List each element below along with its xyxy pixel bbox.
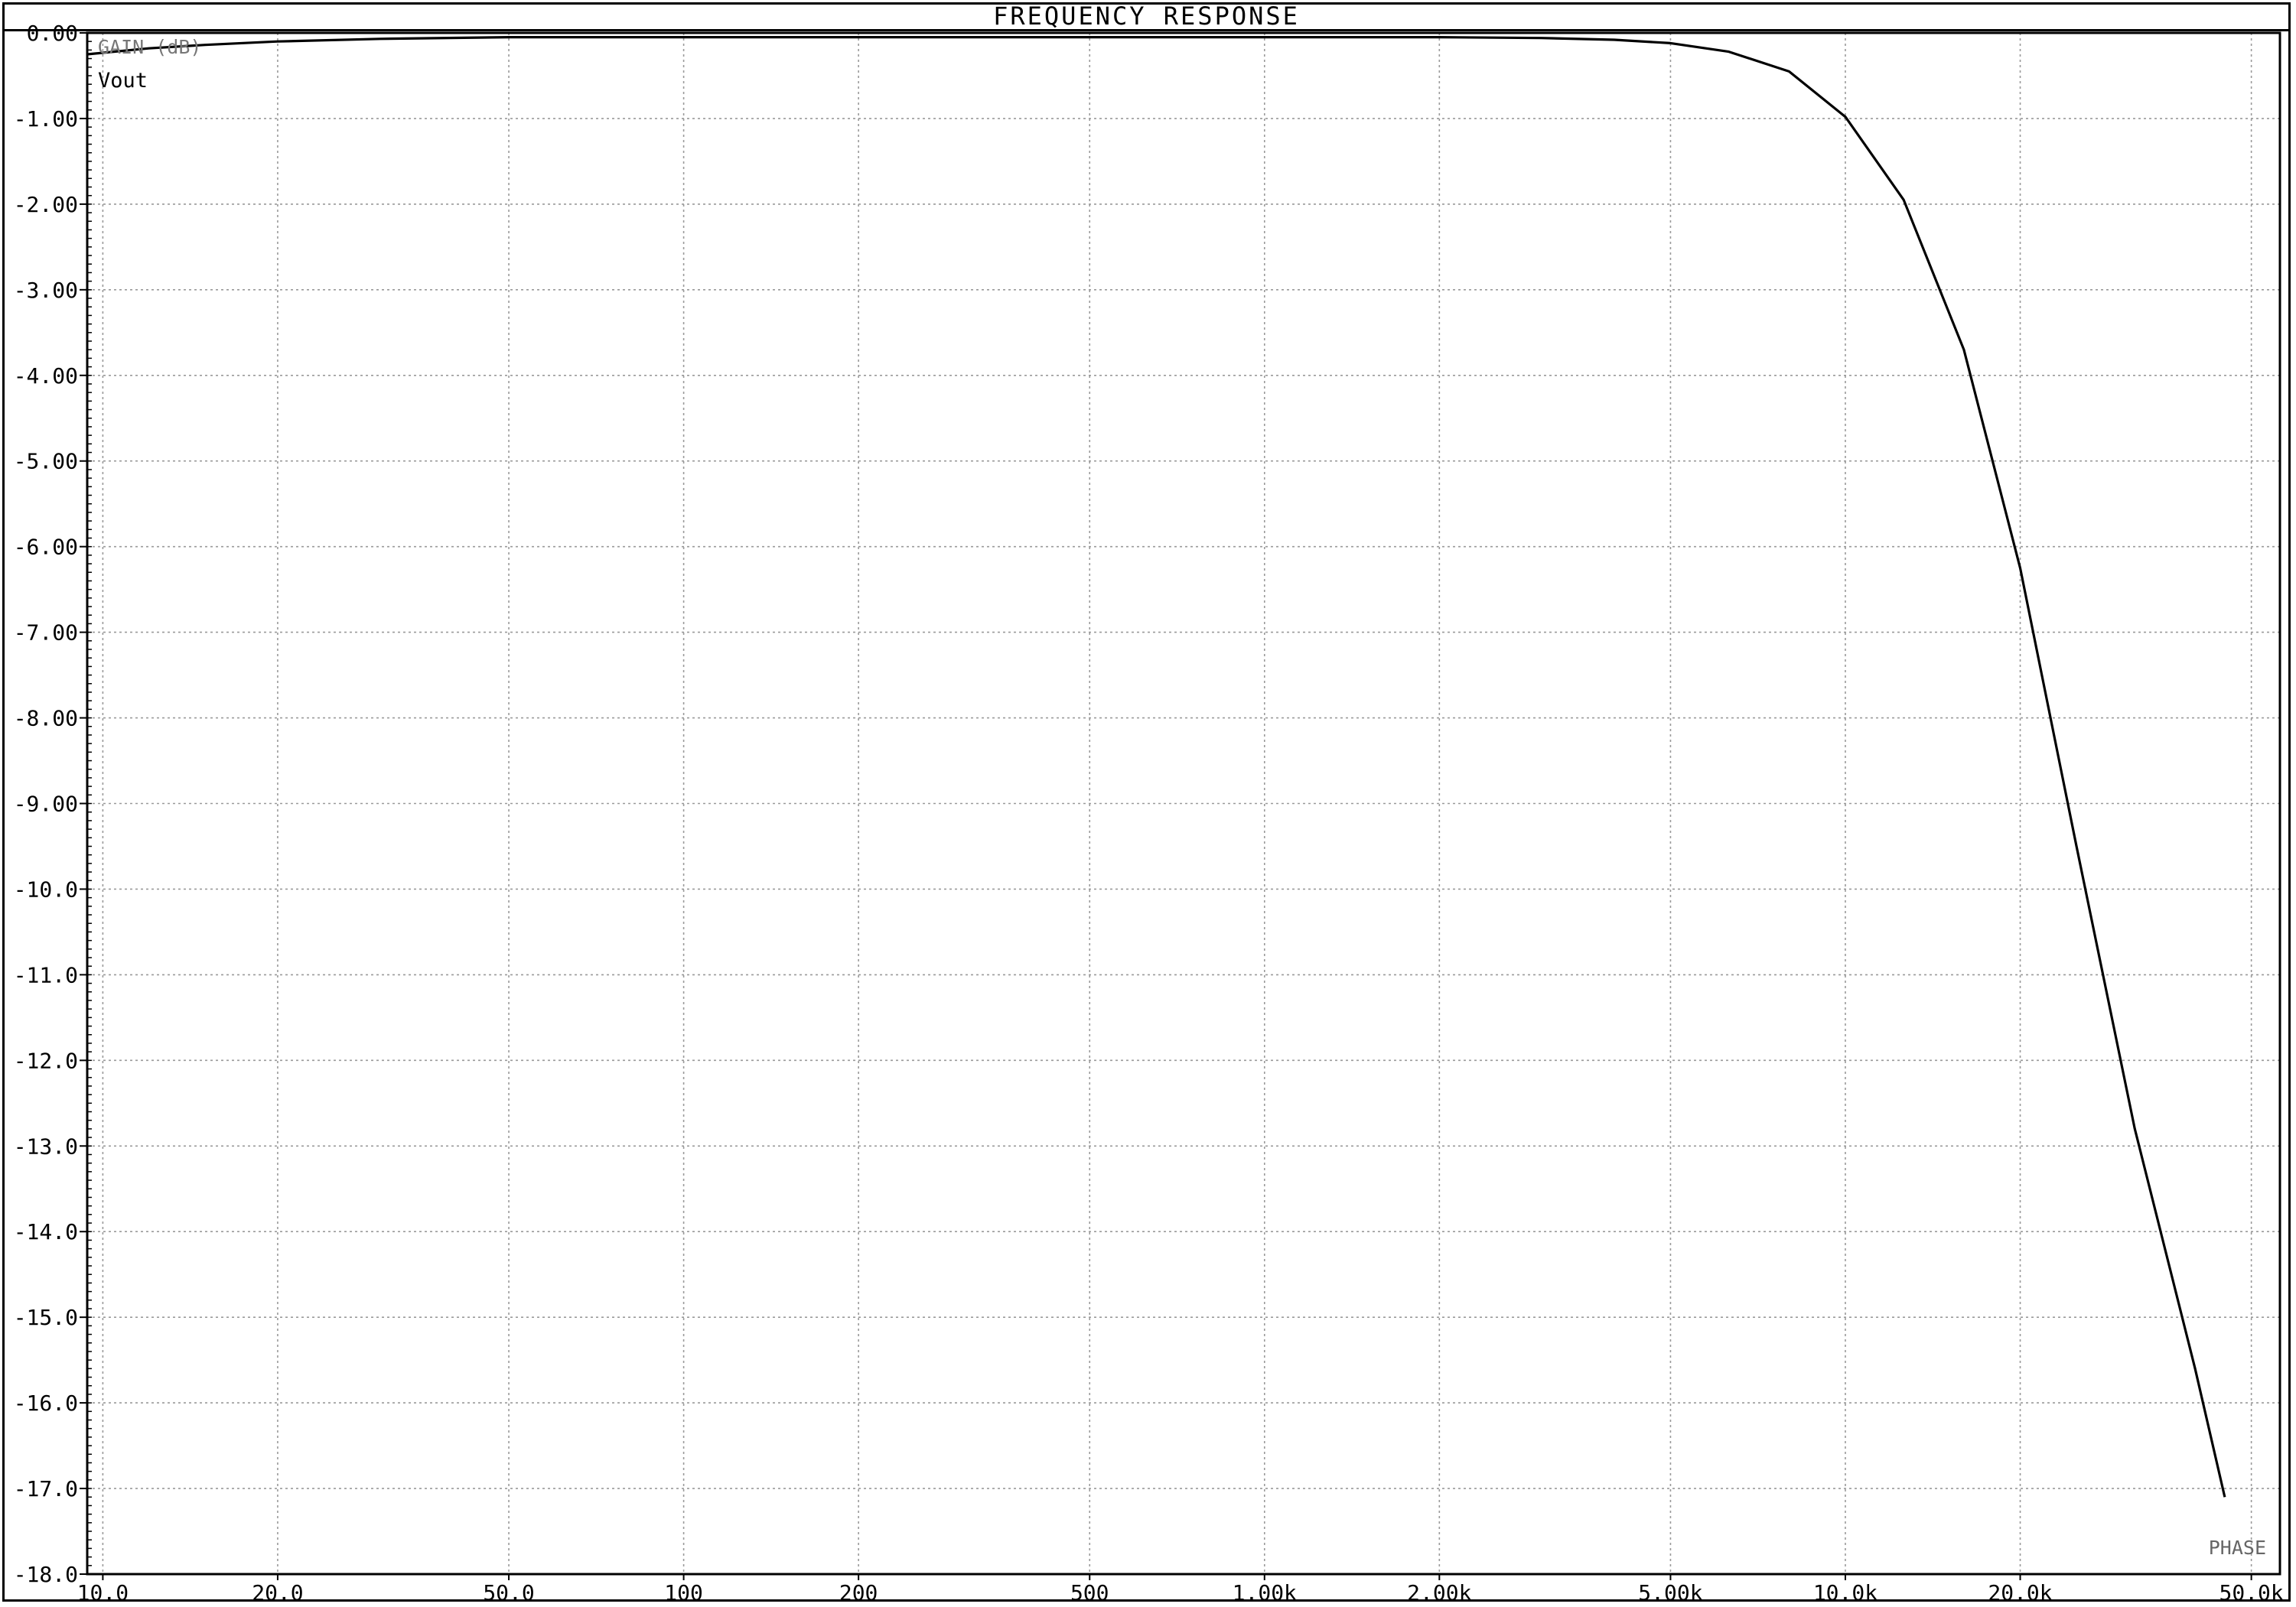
- series-layer: [86, 35, 2226, 1498]
- x-tick-label: 1.00k: [1233, 1580, 1297, 1605]
- x-tick-label: 10.0k: [1813, 1580, 1878, 1605]
- phase-label: PHASE: [2209, 1537, 2266, 1559]
- y-tick-label: -12.0: [14, 1048, 78, 1073]
- y-tick-label: -5.00: [14, 449, 78, 474]
- y-tick-label: -6.00: [14, 535, 78, 560]
- y-axis-label: GAIN (dB): [98, 36, 201, 58]
- y-tick-label: -16.0: [14, 1391, 78, 1416]
- y-tick-label: -11.0: [14, 962, 78, 987]
- x-tick-label: 10.0: [77, 1580, 129, 1605]
- y-tick-label: -2.00: [14, 192, 78, 217]
- x-tick-label: 20.0: [252, 1580, 303, 1605]
- y-tick-label: -4.00: [14, 363, 78, 389]
- y-tick-label: -8.00: [14, 706, 78, 731]
- y-tick-label: -10.0: [14, 877, 78, 902]
- x-tick-label: 2.00k: [1407, 1580, 1471, 1605]
- x-axis-tick-labels: 10.0 20.0 50.0 100 200 500 1.00k 2.00k 5.00k 10.0…: [77, 1580, 2284, 1605]
- y-tick-label: -3.00: [14, 278, 78, 303]
- x-tick-label: 50.0k: [2219, 1580, 2283, 1605]
- y-tick-label: -7.00: [14, 620, 78, 646]
- x-tick-label: 500: [1070, 1580, 1109, 1605]
- x-tick-label: 200: [839, 1580, 878, 1605]
- y-tick-label: -14.0: [14, 1219, 78, 1244]
- y-tick-label: 0.00: [27, 21, 78, 46]
- grid-layer: [87, 33, 2280, 1574]
- chart-canvas: 0.00 -1.00 -2.00 -3.00 -4.00 -5.00 -6.00 -7.00 -…: [14, 21, 2284, 1605]
- trace-label-vout: Vout: [98, 69, 148, 93]
- y-tick-label: -13.0: [14, 1134, 78, 1159]
- y-tick-label: -15.0: [14, 1305, 78, 1330]
- y-tick-label: -18.0: [14, 1562, 78, 1587]
- y-minor-ticks: [80, 32, 2252, 1580]
- x-tick-label: 20.0k: [1988, 1580, 2052, 1605]
- y-tick-label: -1.00: [14, 106, 78, 132]
- y-tick-label: -17.0: [14, 1476, 78, 1501]
- x-tick-label: 100: [664, 1580, 703, 1605]
- x-tick-label: 50.0: [483, 1580, 534, 1605]
- y-tick-label: -9.00: [14, 792, 78, 817]
- x-tick-label: 5.00k: [1638, 1580, 1702, 1605]
- series-line-vout: [86, 35, 2226, 1498]
- y-axis-tick-labels: 0.00 -1.00 -2.00 -3.00 -4.00 -5.00 -6.00 -7.00 -…: [14, 21, 78, 1587]
